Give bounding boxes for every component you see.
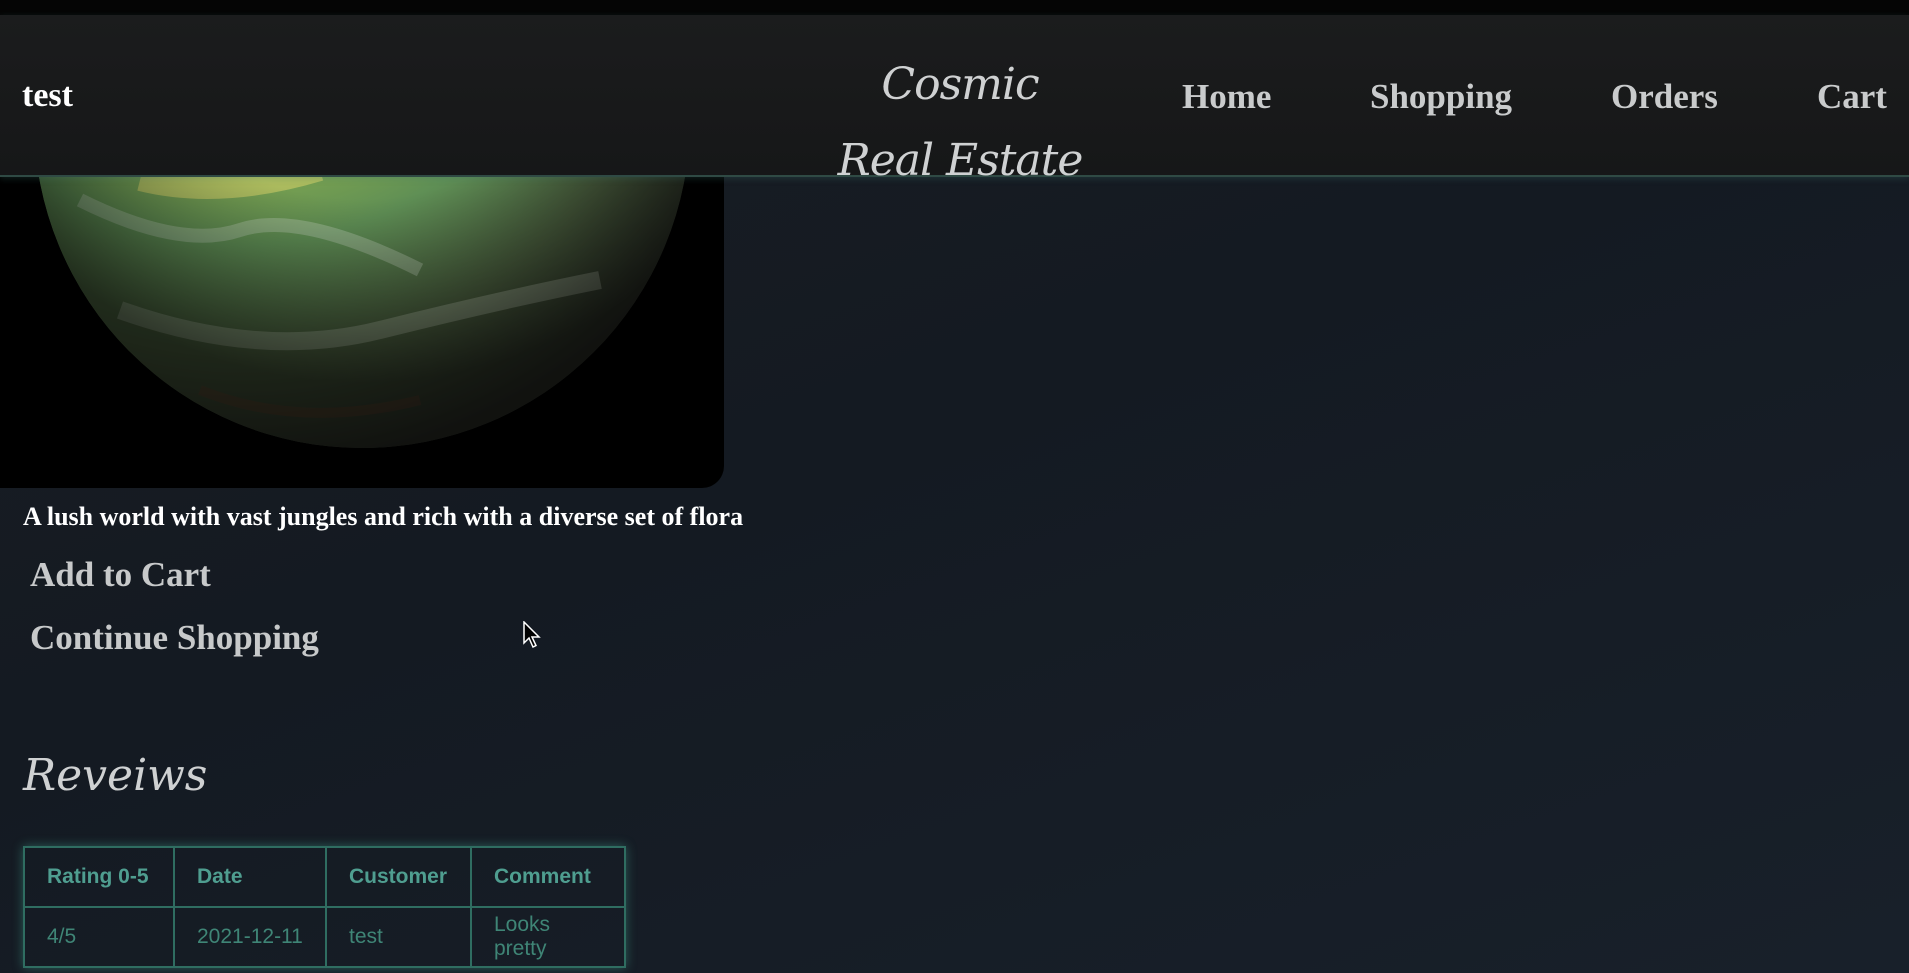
navbar: test Cosmic Real Estate Home Shopping Or…: [0, 15, 1909, 186]
add-to-cart-button[interactable]: Add to Cart: [30, 555, 211, 595]
rating-cell: 4/5: [23, 906, 175, 968]
nav-cart[interactable]: Cart: [1817, 77, 1887, 117]
user-name: test: [22, 77, 73, 114]
reviews-table: Rating 0-5 Date Customer Comment 4/5 202…: [23, 846, 626, 968]
planet-graphic: [36, 160, 688, 448]
column-header: Date: [173, 846, 327, 908]
continue-shopping-button[interactable]: Continue Shopping: [30, 618, 319, 658]
nav-home[interactable]: Home: [1182, 77, 1271, 117]
brand-title[interactable]: Cosmic Real Estate: [830, 47, 1090, 199]
customer-cell: test: [325, 906, 472, 968]
nav-shopping[interactable]: Shopping: [1370, 77, 1512, 117]
table-row: 4/5 2021-12-11 test Looks pretty: [23, 906, 626, 968]
reviews-heading: Reveiws: [23, 750, 208, 801]
window-top-strip: [0, 0, 1909, 15]
comment-cell: Looks pretty: [470, 906, 626, 968]
planet-image: [0, 160, 724, 488]
nav-orders[interactable]: Orders: [1611, 77, 1718, 117]
mouse-cursor-icon: [523, 621, 541, 649]
table-header-row: Rating 0-5 Date Customer Comment: [23, 846, 626, 908]
column-header: Rating 0-5: [23, 846, 175, 908]
column-header: Customer: [325, 846, 472, 908]
product-description: A lush world with vast jungles and rich …: [23, 502, 744, 531]
date-cell: 2021-12-11: [173, 906, 327, 968]
column-header: Comment: [470, 846, 626, 908]
